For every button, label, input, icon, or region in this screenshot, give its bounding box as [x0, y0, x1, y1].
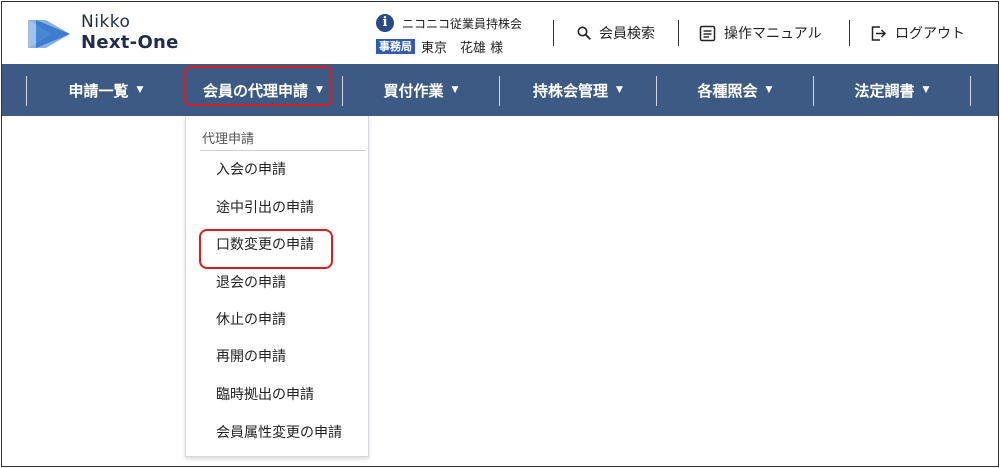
logout-link[interactable]: ログアウト: [870, 22, 965, 44]
association-name: ニコニコ従業員持株会: [402, 17, 523, 31]
search-icon: [577, 26, 591, 40]
caret-down-icon: ▼: [451, 85, 459, 95]
logout-icon: [871, 25, 887, 41]
caret-down-icon: ▼: [616, 85, 623, 95]
logout-label: ログアウト: [895, 26, 965, 42]
info-icon: i: [376, 14, 394, 32]
logo-mark-icon: [28, 20, 70, 48]
manual-link[interactable]: 操作マニュアル: [699, 22, 822, 44]
menu-item-suspend[interactable]: 休止の申請: [216, 310, 286, 330]
nav-divider: [970, 76, 971, 106]
app-window: Nikko Next-One i ニコニコ従業員持株会 事務局 東京 花雄 様 …: [1, 1, 999, 467]
caret-down-icon: ▼: [316, 85, 323, 95]
logo-line2: Next-One: [81, 32, 179, 53]
menu-item-partial-withdrawal[interactable]: 途中引出の申請: [216, 198, 314, 218]
member-search-label: 会員検索: [599, 26, 655, 42]
header-divider: [678, 20, 679, 46]
header-divider: [849, 20, 850, 46]
nav-item-purchase-work[interactable]: 買付作業 ▼: [343, 64, 499, 116]
dropdown-divider: [200, 150, 366, 151]
menu-item-unit-change[interactable]: 口数変更の申請: [216, 235, 314, 255]
header: Nikko Next-One i ニコニコ従業員持株会 事務局 東京 花雄 様 …: [2, 2, 998, 64]
caret-down-icon: ▼: [922, 85, 930, 95]
association-info: i ニコニコ従業員持株会 事務局 東京 花雄 様: [376, 12, 546, 56]
member-search-link[interactable]: 会員検索: [577, 22, 655, 44]
logo-line1: Nikko: [81, 12, 131, 32]
nav-item-legal-reports[interactable]: 法定調書 ▼: [814, 64, 970, 116]
header-divider: [553, 20, 554, 46]
nav-divider: [26, 76, 27, 106]
menu-item-join[interactable]: 入会の申請: [216, 160, 286, 180]
user-name: 東京 花雄 様: [421, 41, 504, 56]
nav-item-application-list[interactable]: 申請一覧 ▼: [28, 64, 184, 116]
menu-item-special-contribution[interactable]: 臨時拠出の申請: [216, 385, 314, 405]
manual-icon: [699, 25, 716, 41]
nav-item-proxy-application[interactable]: 会員の代理申請 ▼: [184, 64, 342, 116]
caret-down-icon: ▼: [136, 85, 144, 95]
menu-item-withdraw-membership[interactable]: 退会の申請: [216, 273, 286, 293]
nav-item-association-management[interactable]: 持株会管理 ▼: [500, 64, 656, 116]
caret-down-icon: ▼: [765, 85, 773, 95]
office-badge: 事務局: [376, 39, 415, 54]
manual-label: 操作マニュアル: [724, 26, 822, 42]
nav-item-inquiries[interactable]: 各種照会 ▼: [657, 64, 813, 116]
dropdown-section-header: 代理申請: [202, 132, 255, 147]
proxy-application-dropdown: 代理申請 入会の申請 途中引出の申請 口数変更の申請 退会の申請 休止の申請 再…: [185, 116, 369, 457]
menu-item-resume[interactable]: 再開の申請: [216, 347, 286, 367]
menu-item-attribute-change[interactable]: 会員属性変更の申請: [216, 423, 342, 443]
logo[interactable]: Nikko Next-One: [26, 12, 206, 54]
main-nav: 申請一覧 ▼ 会員の代理申請 ▼ 買付作業 ▼ 持株会管理 ▼ 各種照会 ▼ 法定調書 ▼: [2, 64, 998, 116]
